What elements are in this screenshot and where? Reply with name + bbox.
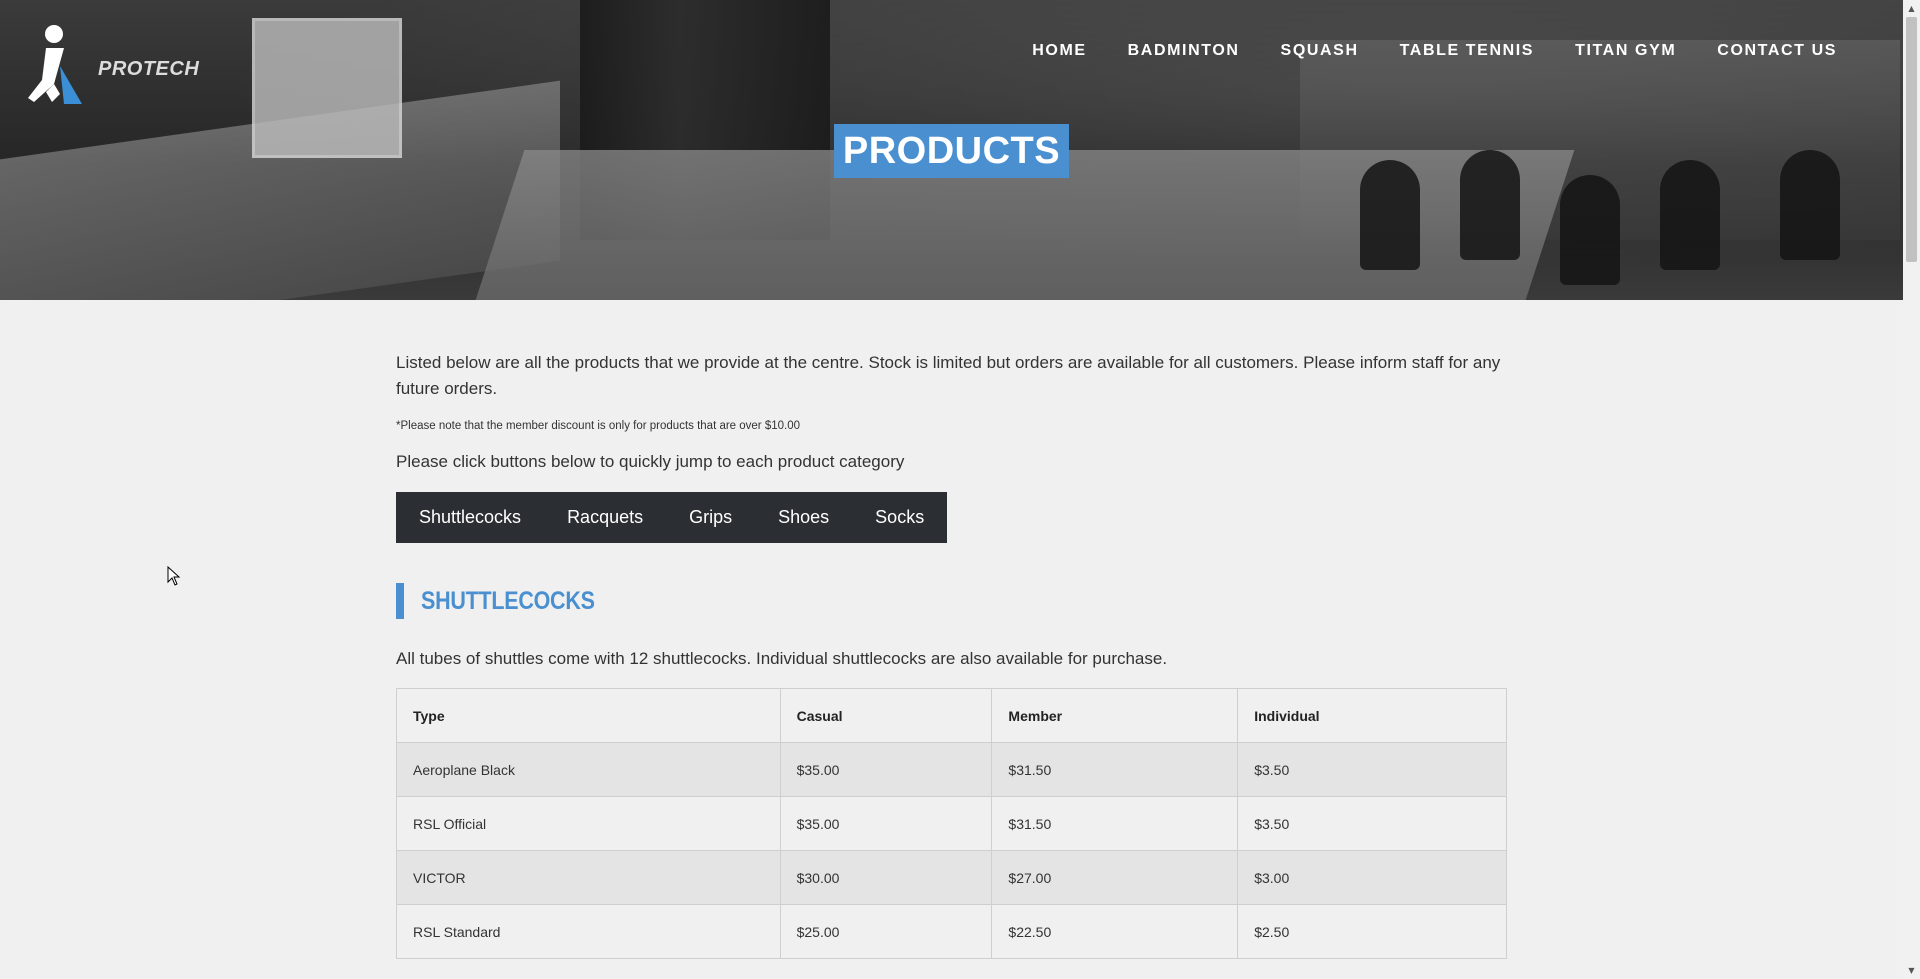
intro-text: Listed below are all the products that w… (396, 353, 1501, 398)
hero-chair (1660, 160, 1720, 270)
table-header-row: Type Casual Member Individual (396, 688, 1507, 743)
discount-note: *Please note that the member discount is… (396, 420, 801, 432)
column-header-casual: Casual (779, 688, 993, 743)
logo-text: PROTECH (98, 58, 200, 80)
hero-chair (1780, 150, 1840, 260)
hero-banner: PROTECH HOME BADMINTON SQUASH TABLE TENN… (0, 0, 1903, 300)
scroll-down-arrow-icon[interactable]: ▼ (1903, 962, 1920, 979)
category-grips-button[interactable]: Grips (666, 492, 755, 543)
nav-home[interactable]: HOME (1032, 42, 1086, 60)
mouse-cursor-icon (167, 566, 181, 586)
category-socks-button[interactable]: Socks (852, 492, 947, 543)
cell-type: Aeroplane Black (396, 742, 781, 797)
hero-chair (1360, 160, 1420, 270)
shuttlecocks-heading: SHUTTLECOCKS (396, 583, 1507, 619)
cell-individual: $3.00 (1237, 850, 1507, 905)
nav-contact-us[interactable]: CONTACT US (1717, 42, 1837, 60)
jump-instruction: Please click buttons below to quickly ju… (396, 452, 905, 471)
main-content: Listed below are all the products that w… (396, 350, 1507, 959)
site-logo[interactable]: PROTECH (24, 22, 204, 112)
table-row: VICTOR $30.00 $27.00 $3.00 (396, 850, 1507, 905)
cell-type: RSL Standard (396, 904, 781, 959)
category-shuttlecocks-button[interactable]: Shuttlecocks (396, 492, 544, 543)
table-row: RSL Standard $25.00 $22.50 $2.50 (396, 904, 1507, 959)
page-scrollbar[interactable]: ▲ ▼ (1903, 0, 1920, 979)
table-row: RSL Official $35.00 $31.50 $3.50 (396, 796, 1507, 851)
cell-individual: $3.50 (1237, 742, 1507, 797)
column-header-type: Type (396, 688, 781, 743)
cell-member: $27.00 (991, 850, 1239, 905)
page-title: PRODUCTS (834, 124, 1069, 178)
category-nav: Shuttlecocks Racquets Grips Shoes Socks (396, 492, 948, 543)
category-shoes-button[interactable]: Shoes (755, 492, 852, 543)
cell-casual: $35.00 (779, 796, 993, 851)
category-racquets-button[interactable]: Racquets (544, 492, 666, 543)
scrollbar-thumb[interactable] (1906, 17, 1917, 262)
cell-member: $22.50 (991, 904, 1239, 959)
section-title: SHUTTLECOCKS (421, 586, 595, 615)
scroll-up-arrow-icon[interactable]: ▲ (1903, 0, 1920, 17)
cell-individual: $3.50 (1237, 796, 1507, 851)
nav-titan-gym[interactable]: TITAN GYM (1575, 42, 1676, 60)
table-row: Aeroplane Black $35.00 $31.50 $3.50 (396, 742, 1507, 797)
main-nav: HOME BADMINTON SQUASH TABLE TENNIS TITAN… (991, 42, 1837, 60)
shuttlecocks-description: All tubes of shuttles come with 12 shutt… (396, 649, 1168, 668)
hero-chair (1460, 150, 1520, 260)
cell-individual: $2.50 (1237, 904, 1507, 959)
logo-icon (28, 25, 82, 104)
nav-table-tennis[interactable]: TABLE TENNIS (1400, 42, 1534, 60)
column-header-member: Member (991, 688, 1239, 743)
cell-casual: $35.00 (779, 742, 993, 797)
column-header-individual: Individual (1237, 688, 1507, 743)
hero-price-board (252, 18, 402, 158)
hero-chair (1560, 175, 1620, 285)
nav-squash[interactable]: SQUASH (1281, 42, 1359, 60)
nav-badminton[interactable]: BADMINTON (1128, 42, 1240, 60)
cell-casual: $25.00 (779, 904, 993, 959)
cell-member: $31.50 (991, 796, 1239, 851)
cell-member: $31.50 (991, 742, 1239, 797)
cell-casual: $30.00 (779, 850, 993, 905)
cell-type: VICTOR (396, 850, 781, 905)
shuttlecocks-price-table: Type Casual Member Individual Aeroplane … (396, 688, 1507, 959)
cell-type: RSL Official (396, 796, 781, 851)
